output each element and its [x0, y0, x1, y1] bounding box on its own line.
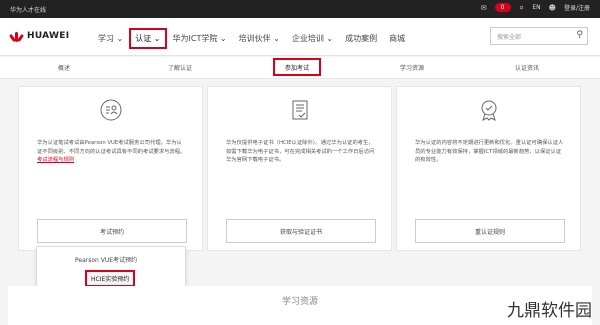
brand-name: HUAWEI	[27, 31, 70, 41]
main-nav: HUAWEI 学习 ⌄ 认证 ⌄ 华为ICT学院 ⌄ 培训伙伴 ⌄ 企业培训 ⌄…	[0, 18, 600, 56]
tab-overview[interactable]: 概述	[58, 63, 70, 72]
hcie-lab-booking-item[interactable]: HCIE实验预约	[85, 270, 136, 287]
certificate-card-description: 华为仅提供电子证书（HCIE认证除外）。通过华为认证的考生，如需下载华为电子证书…	[226, 140, 375, 163]
globe-icon[interactable]: ⚪	[519, 4, 525, 12]
nav-item-store[interactable]: 商城	[383, 29, 411, 48]
language-switch[interactable]: EN	[532, 4, 540, 11]
exam-booking-dropdown: Pearson VUE考试预约 HCIE实验预约	[36, 246, 186, 288]
nav-item-ict-academy[interactable]: 华为ICT学院 ⌄	[167, 29, 233, 48]
tab-about-certification[interactable]: 了解认证	[168, 63, 192, 72]
exam-card: 华为认证笔试考试由Pearson VUE考试服务公司代理。华为认证不同级别、不同…	[18, 86, 203, 251]
exam-card-description: 华为认证笔试考试由Pearson VUE考试服务公司代理。华为认证不同级别、不同…	[37, 140, 186, 163]
nav-item-enterprise-training[interactable]: 企业培训 ⌄	[286, 29, 339, 48]
search-placeholder: 搜索全部	[497, 34, 522, 41]
recertification-card: 华为认证的内容将不定期进行更新和优化。重认证可确保认证人员的专业能力有效保持，掌…	[396, 86, 581, 251]
site-label[interactable]: 华为人才在线	[10, 5, 46, 14]
chevron-down-icon: ⌄	[219, 34, 227, 43]
pearson-vue-booking-item[interactable]: Pearson VUE考试预约	[75, 255, 137, 264]
tab-take-exam[interactable]: 参加考试	[273, 58, 322, 76]
section-heading: 学习资源	[281, 297, 318, 307]
tab-learning-resources[interactable]: 学习资源	[400, 63, 424, 72]
user-icon[interactable]: ☻	[549, 4, 556, 12]
recertification-card-description: 华为认证的内容将不定期进行更新和优化。重认证可确保认证人员的专业能力有效保持，掌…	[415, 140, 564, 163]
certificate-card: 华为仅提供电子证书（HCIE认证除外）。通过华为认证的考生，如需下载华为电子证书…	[207, 86, 392, 251]
huawei-petal-icon	[8, 30, 25, 43]
tab-certification-news[interactable]: 认证资讯	[515, 63, 539, 72]
chevron-down-icon: ⌄	[153, 34, 161, 43]
exam-rules-link[interactable]: 考试流程与规则	[37, 157, 74, 163]
notification-badge[interactable]: 0	[494, 3, 511, 12]
nav-item-success-cases[interactable]: 成功案例	[339, 29, 383, 48]
nav-menu: 学习 ⌄ 认证 ⌄ 华为ICT学院 ⌄ 培训伙伴 ⌄ 企业培训 ⌄ 成功案例 商…	[92, 28, 411, 49]
search-input[interactable]: 搜索全部 ⚲	[490, 27, 588, 45]
recertification-rules-button[interactable]: 重认证规则	[415, 219, 565, 243]
exam-person-icon	[100, 99, 122, 121]
sub-tabs: 概述 了解认证 参加考试 学习资源 认证资讯	[0, 57, 600, 79]
top-bar-right: ✉ 0 ⚪ EN ☻ 登录/注册	[481, 3, 590, 12]
get-verify-certificate-button[interactable]: 获取与验证证书	[226, 219, 376, 243]
certificate-doc-icon	[292, 100, 308, 120]
chevron-down-icon: ⌄	[326, 34, 334, 43]
nav-item-certification[interactable]: 认证 ⌄	[129, 28, 167, 49]
chevron-down-icon: ⌄	[116, 34, 124, 43]
exam-booking-button[interactable]: 考试预约	[37, 219, 187, 243]
watermark: 九鼎软件园	[507, 301, 592, 321]
learning-resources-section: 学习资源	[8, 286, 592, 325]
nav-item-learning[interactable]: 学习 ⌄	[92, 29, 129, 48]
bell-icon[interactable]: ✉	[481, 4, 487, 12]
login-register-link[interactable]: 登录/注册	[564, 3, 590, 12]
nav-item-training-partners[interactable]: 培训伙伴 ⌄	[233, 29, 286, 48]
chevron-down-icon: ⌄	[273, 34, 280, 43]
top-bar: 华为人才在线 ✉ 0 ⚪ EN ☻ 登录/注册	[0, 0, 600, 18]
award-badge-icon	[481, 100, 497, 121]
search-icon[interactable]: ⚲	[576, 30, 583, 40]
huawei-logo[interactable]: HUAWEI	[8, 30, 70, 43]
